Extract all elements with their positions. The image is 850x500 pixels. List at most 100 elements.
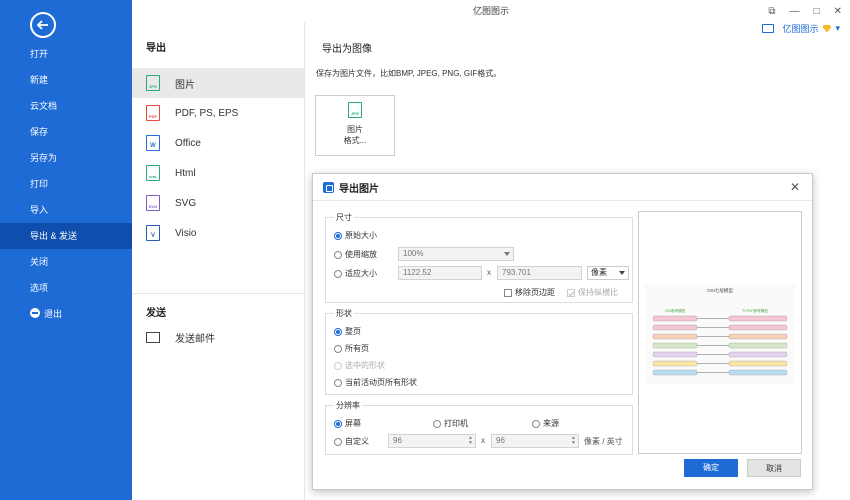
dialog-close-button[interactable]: ✕ (790, 180, 800, 194)
radio-button[interactable] (433, 419, 441, 428)
cancel-button[interactable]: 取消 (747, 459, 801, 477)
format-item-image[interactable]: JPG 图片 (132, 68, 304, 98)
keep-ratio-checkbox[interactable]: 保持纵横比 (567, 287, 618, 298)
radio-button[interactable] (334, 344, 342, 353)
height-input[interactable]: 793.701 (497, 266, 582, 280)
format-item-html[interactable]: HTML Html (132, 158, 304, 188)
radio-use-zoom[interactable]: 使用缩放 (334, 249, 377, 260)
spinner-icon[interactable]: ▲ ▼ (571, 436, 576, 446)
format-item-office[interactable]: W Office (132, 128, 304, 158)
radio-selected-shapes[interactable]: 选中的形状 (334, 360, 385, 371)
radio-button[interactable] (334, 361, 342, 370)
sidebar-nav: 打开 新建 云文档 保存 另存为 打印 导入 导出 & 发送 关闭 选项 退出 (0, 41, 132, 327)
pdf-icon: PDF (146, 105, 160, 121)
dpi-x-input[interactable]: 96 ▲ ▼ (388, 434, 476, 448)
send-section-title: 发送 (146, 308, 166, 319)
radio-label: 选中的形状 (345, 361, 385, 370)
dialog-header: 导出图片 ✕ (313, 174, 812, 201)
radio-original-size[interactable]: 原始大小 (334, 230, 377, 241)
preview-diagram: OSI七层模型 OSI参考模型 TCP/IP参考模型 (645, 284, 795, 384)
radio-button[interactable] (334, 327, 342, 336)
user-account[interactable]: 亿图图示 ▾ (762, 22, 840, 35)
sidebar-item-cloud[interactable]: 云文档 (0, 93, 132, 119)
preview-right-layer (728, 333, 788, 340)
sidebar-item-export-send[interactable]: 导出 & 发送 (0, 223, 132, 249)
unit-select[interactable]: 像素 (587, 266, 629, 280)
chevron-down-icon (619, 271, 625, 275)
radio-button[interactable] (334, 269, 342, 278)
preview-left-layer (652, 360, 698, 367)
radio-label: 当前活动页所有形状 (345, 378, 417, 387)
content-description: 保存为图片文件，比如BMP, JPEG, PNG, GIF格式。 (316, 69, 502, 78)
spinner-icon[interactable]: ▲ ▼ (468, 436, 473, 446)
close-window-button[interactable]: ✕ (834, 6, 842, 17)
unit-value: 像素 (591, 268, 607, 277)
visio-icon: V (146, 225, 160, 241)
checkbox[interactable] (567, 288, 575, 297)
resolution-group: 分辨率 屏幕 打印机 来源 自定义 96 ▲ ▼ x 96 ▲ ▼ 像素 / 英寸 (325, 400, 633, 455)
preview-left-layer (652, 333, 698, 340)
format-list: JPG 图片 PDF PDF, PS, EPS W Office HTML Ht… (132, 68, 304, 248)
radio-button[interactable] (334, 250, 342, 259)
radio-fit-size[interactable]: 适应大小 (334, 268, 377, 279)
window-controls: ⧉ — □ ✕ (768, 0, 842, 22)
radio-screen[interactable]: 屏幕 (334, 418, 361, 429)
radio-whole-page[interactable]: 整页 (334, 326, 361, 337)
radio-button[interactable] (334, 378, 342, 387)
radio-label: 打印机 (444, 419, 468, 428)
sidebar-item-close[interactable]: 关闭 (0, 249, 132, 275)
export-section-title: 导出 (146, 43, 166, 54)
remove-margin-checkbox[interactable]: 移除页边距 (504, 287, 555, 298)
sidebar-item-exit[interactable]: 退出 (0, 301, 132, 327)
dpi-y-input[interactable]: 96 ▲ ▼ (491, 434, 579, 448)
image-format-tile[interactable]: JPG 图片 格式... (315, 95, 395, 156)
sidebar-item-open[interactable]: 打开 (0, 41, 132, 67)
app-logo-icon (323, 181, 334, 193)
checkbox-label: 保持纵横比 (578, 288, 618, 297)
preview-left-header: OSI参考模型 (665, 308, 686, 313)
radio-custom[interactable]: 自定义 (334, 436, 369, 447)
sidebar-item-save[interactable]: 保存 (0, 119, 132, 145)
zoom-select[interactable]: 100% (398, 247, 514, 261)
radio-current-page-shapes[interactable]: 当前活动页所有形状 (334, 377, 417, 388)
ok-button[interactable]: 确定 (684, 459, 738, 477)
restore-button[interactable]: ⧉ (768, 6, 775, 17)
preview-left-layer (652, 315, 698, 322)
size-legend: 尺寸 (334, 212, 354, 223)
format-item-label: 图片 (175, 79, 195, 91)
back-button[interactable] (30, 12, 56, 38)
sidebar-item-new[interactable]: 新建 (0, 67, 132, 93)
chat-icon[interactable] (762, 24, 775, 33)
export-panel: 导出 JPG 图片 PDF PDF, PS, EPS W Office HTML… (132, 22, 305, 500)
minimize-button[interactable]: — (790, 6, 800, 17)
zoom-value: 100% (403, 249, 424, 258)
send-mail-button[interactable]: 发送邮件 (146, 330, 215, 345)
sidebar-item-save-as[interactable]: 另存为 (0, 145, 132, 171)
sidebar-item-print[interactable]: 打印 (0, 171, 132, 197)
html-icon: HTML (146, 165, 160, 181)
format-item-svg[interactable]: SVG SVG (132, 188, 304, 218)
radio-printer[interactable]: 打印机 (433, 418, 468, 429)
resolution-legend: 分辨率 (334, 400, 362, 411)
radio-all-pages[interactable]: 所有页 (334, 343, 369, 354)
sidebar-item-options[interactable]: 选项 (0, 275, 132, 301)
tile-label-line1: 图片 (347, 125, 363, 134)
radio-button[interactable] (334, 419, 342, 428)
radio-button[interactable] (334, 437, 342, 446)
sidebar-item-import[interactable]: 导入 (0, 197, 132, 223)
svg-icon: SVG (146, 195, 160, 211)
radio-button[interactable] (532, 419, 540, 428)
chevron-down-icon: ▾ (835, 23, 840, 33)
jpg-icon: JPG (348, 102, 362, 118)
format-item-visio[interactable]: V Visio (132, 218, 304, 248)
preview-right-layer (728, 324, 788, 331)
radio-button[interactable] (334, 231, 342, 240)
checkbox[interactable] (504, 288, 512, 297)
send-mail-label: 发送邮件 (175, 334, 215, 345)
maximize-button[interactable]: □ (814, 6, 820, 17)
format-item-label: Office (175, 137, 201, 149)
format-item-pdf[interactable]: PDF PDF, PS, EPS (132, 98, 304, 128)
radio-source[interactable]: 来源 (532, 418, 559, 429)
width-input[interactable]: 1122.52 (398, 266, 482, 280)
format-item-label: Visio (175, 227, 197, 239)
